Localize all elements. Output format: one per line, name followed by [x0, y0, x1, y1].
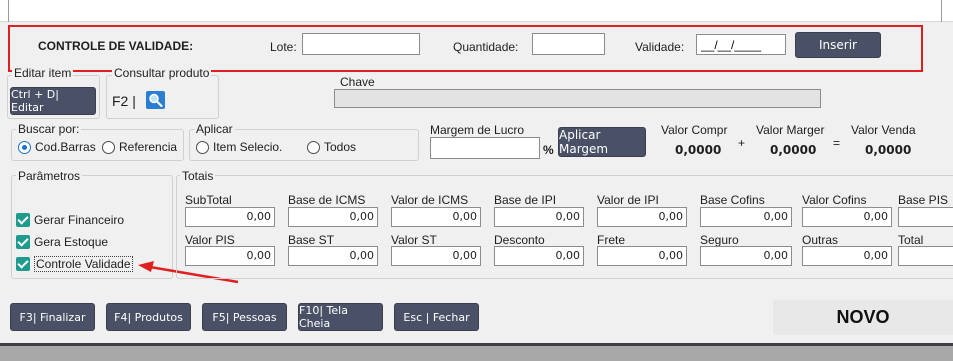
- valor-pis-label: Valor PIS: [185, 233, 235, 247]
- radio-referencia-label: Referencia: [119, 140, 178, 154]
- f3-finalizar-button[interactable]: F3| Finalizar: [10, 303, 95, 331]
- radio-cod-barras[interactable]: Cod.Barras: [18, 140, 96, 154]
- radio-item-selecionado-indicator[interactable]: [196, 140, 209, 154]
- base-ipi-field[interactable]: 0,00: [494, 207, 584, 227]
- base-ipi-label: Base de IPI: [494, 193, 557, 207]
- base-pis-label: Base PIS: [898, 193, 949, 207]
- gera-estoque-checkbox[interactable]: Gera Estoque: [16, 235, 108, 249]
- frete-field[interactable]: 0,00: [597, 246, 687, 266]
- gerar-financeiro-checkbox[interactable]: Gerar Financeiro: [16, 213, 124, 227]
- base-icms-field[interactable]: 0,00: [288, 207, 378, 227]
- f2-shortcut-label: F2 |: [112, 93, 136, 109]
- validade-label: Validade:: [635, 40, 685, 54]
- valor-margem-label: Valor Marger: [756, 123, 825, 137]
- valor-cofins-field[interactable]: 0,00: [802, 207, 892, 227]
- radio-todos[interactable]: Todos: [307, 140, 356, 154]
- radio-item-selecionado-label: Item Selecio.: [213, 140, 283, 154]
- validade-title: CONTROLE DE VALIDADE:: [38, 39, 194, 53]
- ctrl-d-editar-button[interactable]: Ctrl + D| Editar: [10, 87, 96, 115]
- grid-border-left: [8, 0, 9, 22]
- gerar-financeiro-label: Gerar Financeiro: [34, 213, 125, 227]
- total-label: Total: [898, 233, 924, 247]
- controle-validade-checkbox[interactable]: Controle Validade: [16, 256, 133, 272]
- controle-validade-check-icon[interactable]: [16, 257, 30, 271]
- chave-label: Chave: [340, 75, 375, 89]
- valor-ipi-label: Valor de IPI: [597, 193, 659, 207]
- esc-fechar-button[interactable]: Esc | Fechar: [394, 303, 479, 331]
- bottom-bar: [0, 343, 953, 361]
- valor-margem-value: 0,0000: [770, 143, 817, 157]
- percent-label: %: [543, 143, 554, 157]
- f10-tela-cheia-button[interactable]: F10| Tela Cheia: [298, 303, 383, 331]
- inserir-button[interactable]: Inserir: [795, 32, 881, 58]
- radio-todos-indicator[interactable]: [307, 140, 320, 154]
- valor-cofins-label: Valor Cofins: [802, 193, 867, 207]
- valor-venda-label: Valor Venda: [851, 123, 916, 137]
- radio-referencia[interactable]: Referencia: [102, 140, 177, 154]
- radio-cod-barras-label: Cod.Barras: [35, 140, 96, 154]
- f5-pessoas-button[interactable]: F5| Pessoas: [202, 303, 287, 331]
- valor-compra-label: Valor Compr: [661, 123, 728, 137]
- valor-venda-value: 0,0000: [865, 143, 912, 157]
- total-field[interactable]: [898, 246, 953, 266]
- lote-label: Lote:: [270, 40, 297, 54]
- valor-pis-field[interactable]: 0,00: [185, 246, 275, 266]
- status-label: NOVO: [773, 300, 953, 335]
- seguro-field[interactable]: 0,00: [700, 246, 792, 266]
- gerar-financeiro-check-icon[interactable]: [16, 213, 30, 227]
- radio-referencia-indicator[interactable]: [102, 140, 115, 154]
- valor-compra-value: 0,0000: [675, 143, 722, 157]
- aplicar-margem-button[interactable]: Aplicar Margem: [558, 127, 646, 157]
- margem-lucro-input[interactable]: [430, 137, 540, 159]
- controle-validade-label: Controle Validade: [34, 256, 133, 272]
- editar-item-title: Editar item: [12, 66, 74, 80]
- outras-label: Outras: [802, 233, 839, 247]
- consultar-produto-title: Consultar produto: [112, 66, 212, 80]
- base-cofins-label: Base Cofins: [700, 193, 765, 207]
- desconto-label: Desconto: [494, 233, 545, 247]
- bottom-bar-shade: [0, 346, 953, 361]
- frete-label: Frete: [597, 233, 626, 247]
- radio-cod-barras-indicator[interactable]: [18, 140, 31, 154]
- buscar-por-title: Buscar por:: [16, 122, 82, 136]
- quantidade-input[interactable]: [532, 33, 605, 55]
- subtotal-label: SubTotal: [185, 193, 232, 207]
- totais-title: Totais: [180, 169, 216, 183]
- quantidade-label: Quantidade:: [453, 40, 519, 54]
- base-st-label: Base ST: [288, 233, 335, 247]
- margem-lucro-label: Margem de Lucro: [430, 123, 525, 137]
- search-icon[interactable]: [146, 91, 165, 109]
- base-icms-label: Base de ICMS: [288, 193, 366, 207]
- grid-border-right: [941, 0, 942, 22]
- valor-ipi-field[interactable]: 0,00: [597, 207, 687, 227]
- desconto-field[interactable]: 0,00: [494, 246, 584, 266]
- chave-field[interactable]: [334, 89, 821, 108]
- base-st-field[interactable]: 0,00: [288, 246, 378, 266]
- radio-item-selecionado[interactable]: Item Selecio.: [196, 140, 282, 154]
- valor-icms-label: Valor de ICMS: [391, 193, 469, 207]
- parametros-title: Parâmetros: [16, 169, 83, 183]
- equals-sign: =: [833, 136, 841, 150]
- grid-area-top: [0, 0, 953, 22]
- base-cofins-field[interactable]: 0,00: [700, 207, 792, 227]
- lote-input[interactable]: [302, 33, 420, 55]
- plus-sign: +: [738, 136, 746, 150]
- subtotal-field[interactable]: 0,00: [185, 207, 275, 227]
- outras-field[interactable]: 0,00: [802, 246, 892, 266]
- radio-todos-label: Todos: [324, 140, 357, 154]
- aplicar-title: Aplicar: [194, 122, 235, 136]
- valor-st-field[interactable]: 0,00: [391, 246, 481, 266]
- gera-estoque-check-icon[interactable]: [16, 235, 30, 249]
- valor-icms-field[interactable]: 0,00: [391, 207, 481, 227]
- validade-date-input[interactable]: [696, 34, 786, 55]
- gera-estoque-label: Gera Estoque: [34, 235, 109, 249]
- base-pis-field[interactable]: [898, 207, 953, 227]
- seguro-label: Seguro: [700, 233, 739, 247]
- valor-st-label: Valor ST: [391, 233, 437, 247]
- f4-produtos-button[interactable]: F4| Produtos: [106, 303, 191, 331]
